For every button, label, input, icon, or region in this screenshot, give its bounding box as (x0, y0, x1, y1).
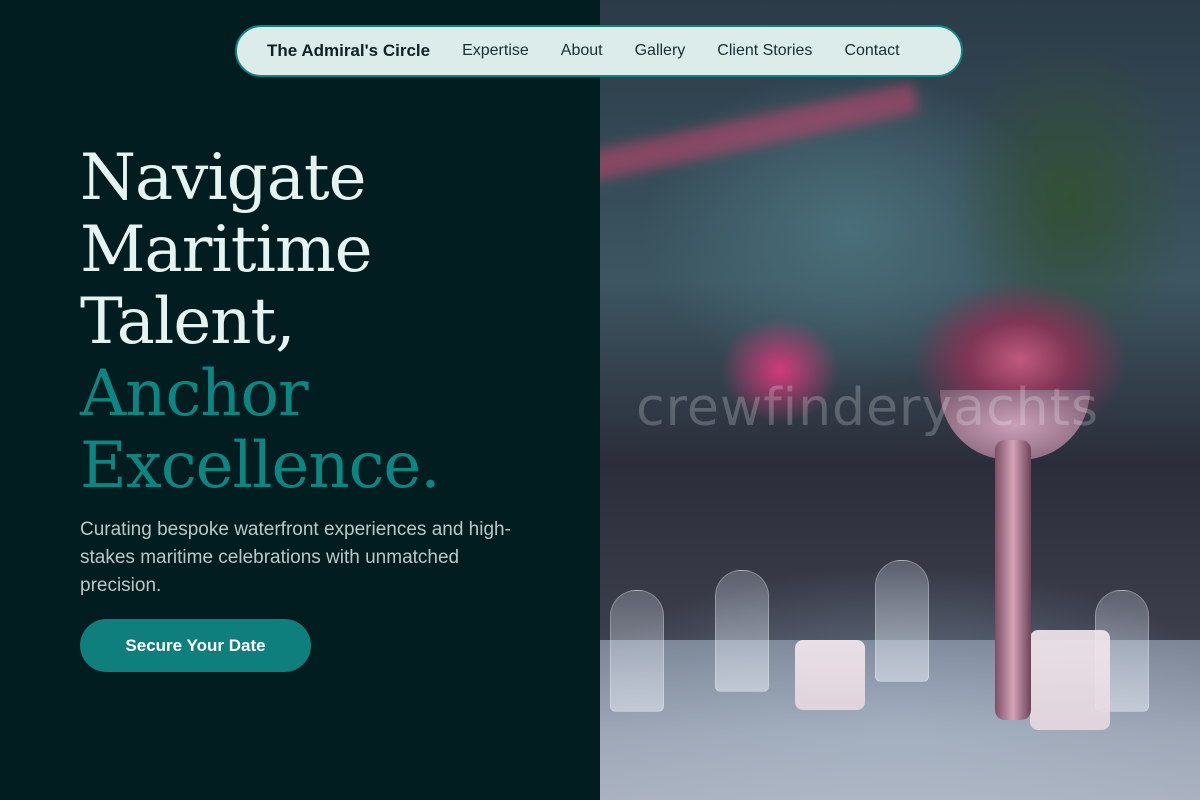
nav-link-gallery[interactable]: Gallery (635, 42, 686, 60)
wine-glass (875, 560, 929, 682)
hero-title: Navigate Maritime Talent, Anchor Excelle… (80, 141, 441, 503)
candle (795, 640, 865, 710)
nav-link-about[interactable]: About (561, 42, 603, 60)
brand-logo-text[interactable]: The Admiral's Circle (267, 41, 430, 61)
hero-title-accent-line: Anchor (80, 357, 309, 431)
secure-your-date-button[interactable]: Secure Your Date (80, 619, 311, 672)
tent-drape (600, 82, 920, 188)
hero-title-line: Maritime (80, 213, 372, 287)
wine-glass (610, 590, 664, 712)
hero-subtitle: Curating bespoke waterfront experiences … (80, 519, 511, 596)
vase-stem (995, 440, 1031, 720)
hero-title-line: Navigate (80, 141, 366, 215)
image-watermark: crewfinderyachts (636, 378, 1100, 438)
hero-title-accent-line: Excellence. (80, 429, 441, 503)
hero-title-line: Talent, (80, 285, 295, 359)
candle (1030, 630, 1110, 730)
wine-glass (715, 570, 769, 692)
top-navbar: The Admiral's Circle Expertise About Gal… (235, 25, 963, 77)
nav-link-expertise[interactable]: Expertise (462, 42, 529, 60)
nav-link-client-stories[interactable]: Client Stories (717, 42, 812, 60)
nav-link-contact[interactable]: Contact (844, 42, 899, 60)
